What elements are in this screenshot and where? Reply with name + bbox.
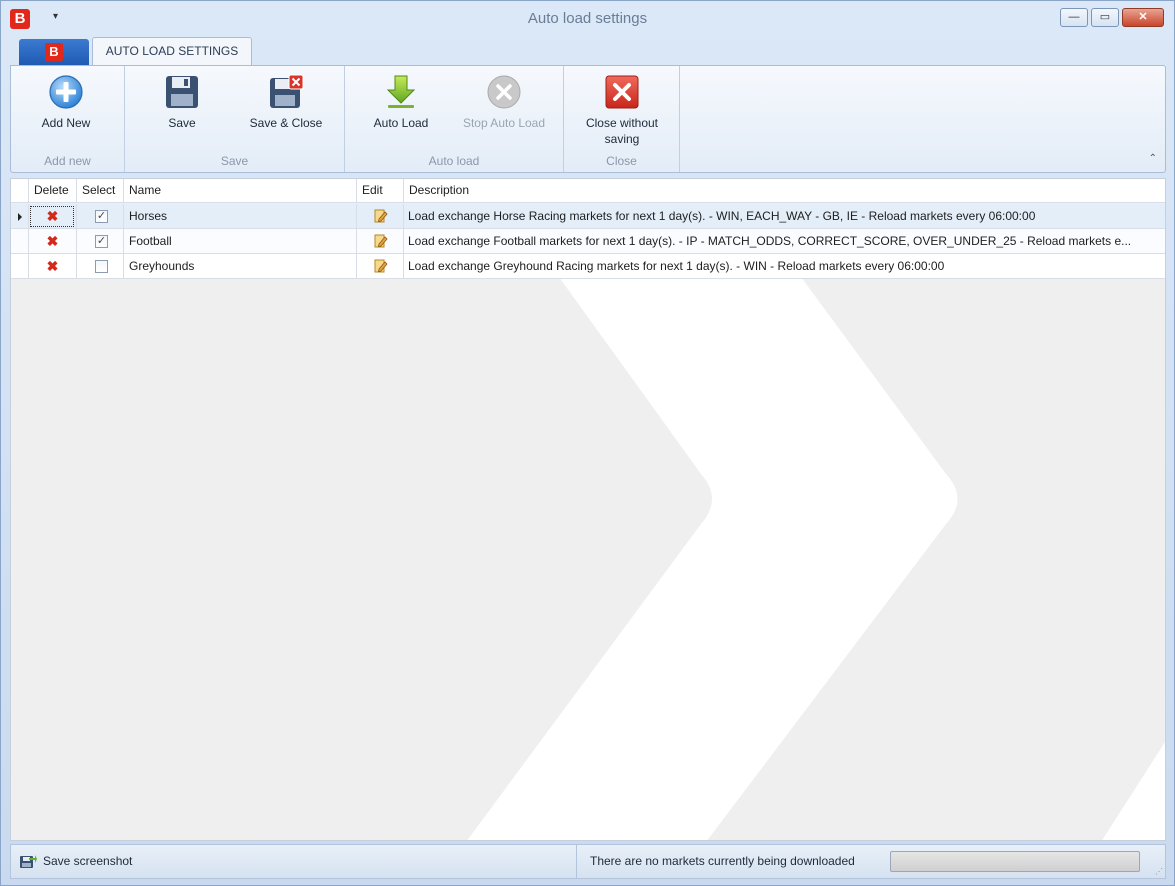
column-header-select[interactable]: Select [77,179,124,203]
save-screenshot-button[interactable]: Save screenshot [11,845,577,878]
delete-row-icon[interactable]: ✖ [29,254,77,279]
name-cell[interactable]: Football [124,229,357,254]
save-screenshot-icon [20,855,37,868]
stop-auto-load-button[interactable]: Stop Auto Load [451,74,557,130]
ribbon-group-auto-load: Auto Load Stop Auto Load Auto load [345,66,564,172]
close-window-button[interactable]: ✕ [1122,8,1164,27]
application-menu-tab[interactable]: B [19,39,89,65]
group-label-close: Close [606,154,637,168]
select-cell [77,254,124,279]
ribbon-group-add-new: Add New Add new [11,66,125,172]
ribbon-group-close: Close without saving Close [564,66,680,172]
add-circle-icon [48,74,84,110]
group-label-save: Save [220,154,249,168]
ribbon: Add New Add new Save Save & Close Save A… [10,65,1166,173]
edit-cell[interactable] [357,204,404,229]
auto-load-button[interactable]: Auto Load [363,74,439,130]
download-arrow-icon [383,74,419,110]
select-checkbox[interactable]: ✓ [95,235,108,248]
edit-cell[interactable] [357,229,404,254]
row-indicator-header [11,179,29,203]
select-checkbox[interactable]: ✓ [95,210,108,223]
delete-row-icon[interactable]: ✖ [29,229,77,254]
stop-auto-load-label: Stop Auto Load [462,116,546,130]
tab-auto-load-settings[interactable]: AUTO LOAD SETTINGS [92,37,252,66]
column-header-name[interactable]: Name [124,179,357,203]
row-indicator [11,204,29,229]
name-cell[interactable]: Greyhounds [124,254,357,279]
stop-circle-icon [486,74,522,110]
group-label-add-new: Add new [44,154,91,168]
minimize-button[interactable]: — [1060,8,1088,27]
save-and-close-button[interactable]: Save & Close [243,74,329,130]
table-row[interactable]: ✖ Greyhounds Load exchange Greyhound Rac… [11,254,1165,279]
group-label-auto-load: Auto load [428,154,480,168]
edit-pencil-icon [374,209,388,223]
app-menu-logo-icon: B [45,43,63,61]
auto-load-grid: Delete Select Name Edit Description ✖ ✓ … [10,178,1166,841]
edit-pencil-icon [374,259,388,273]
select-checkbox[interactable] [95,260,108,273]
column-header-description[interactable]: Description [404,179,1165,203]
download-status-text: There are no markets currently being dow… [590,854,855,868]
status-bar: Save screenshot There are no markets cur… [10,844,1166,879]
ribbon-collapse-icon[interactable]: ⌃ [1149,153,1157,164]
table-row[interactable]: ✖ ✓ Horses Load exchange Horse Racing ma… [11,204,1165,229]
description-cell[interactable]: Load exchange Horse Racing markets for n… [404,204,1165,229]
name-cell[interactable]: Horses [124,204,357,229]
close-without-saving-label-line2: saving [604,132,640,146]
close-red-icon [604,74,640,110]
column-header-delete[interactable]: Delete [29,179,77,203]
app-window: B ▾ Auto load settings — ▭ ✕ B AUTO LOAD… [0,0,1175,886]
title-bar: B ▾ Auto load settings — ▭ ✕ [1,1,1174,37]
floppy-disk-icon [164,74,200,110]
window-title: Auto load settings [527,10,648,27]
floppy-disk-close-icon [268,74,304,110]
add-new-button[interactable]: Add New [29,74,103,130]
save-screenshot-label: Save screenshot [43,854,133,868]
save-label: Save [168,116,196,130]
resize-grip-icon[interactable]: ⋰ [1155,867,1163,876]
close-without-saving-button[interactable]: Close without saving [574,74,670,146]
description-cell[interactable]: Load exchange Greyhound Racing markets f… [404,254,1165,279]
row-indicator [11,254,29,279]
auto-load-label: Auto Load [373,116,429,130]
current-row-arrow-icon [18,213,22,221]
maximize-button[interactable]: ▭ [1091,8,1119,27]
row-indicator [11,229,29,254]
ribbon-tabstrip: B AUTO LOAD SETTINGS [10,37,1166,66]
ribbon-group-save: Save Save & Close Save [125,66,345,172]
download-progress-bar [890,851,1140,872]
delete-row-icon[interactable]: ✖ [29,204,77,229]
close-without-saving-label-line1: Close without [585,116,659,130]
select-cell: ✓ [77,229,124,254]
description-cell[interactable]: Load exchange Football markets for next … [404,229,1165,254]
save-and-close-label: Save & Close [249,116,323,130]
column-header-edit[interactable]: Edit [357,179,404,203]
edit-cell[interactable] [357,254,404,279]
select-cell: ✓ [77,204,124,229]
cell-focus-rect [30,206,74,227]
grid-header: Delete Select Name Edit Description [11,179,1165,203]
add-new-label: Add New [41,116,91,130]
edit-pencil-icon [374,234,388,248]
table-row[interactable]: ✖ ✓ Football Load exchange Football mark… [11,229,1165,254]
save-button[interactable]: Save [147,74,217,130]
